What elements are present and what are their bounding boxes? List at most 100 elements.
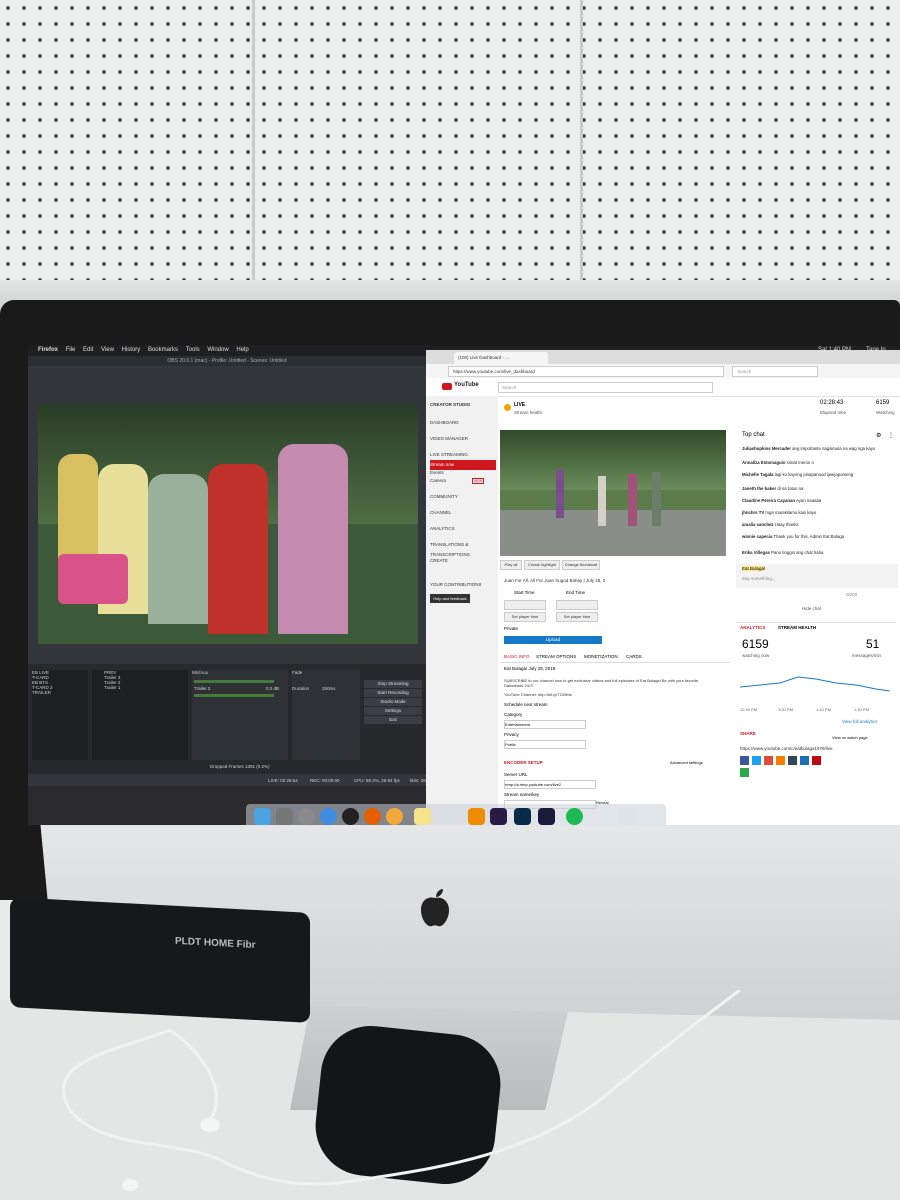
menu-file[interactable]: File bbox=[66, 347, 76, 353]
chat-message: Michelle Tagala lagi ko kayong pinapanoo… bbox=[742, 472, 896, 482]
browser-search-field[interactable]: Search bbox=[732, 366, 818, 377]
live-chat: Top chat ⚙ ⋮ Juliashopkins Mercader ang … bbox=[736, 430, 898, 620]
menubar-app[interactable]: Firefox bbox=[38, 347, 58, 353]
tab-stream-health[interactable]: STREAM HEALTH bbox=[778, 625, 816, 630]
sidebar-item-create[interactable]: CREATE bbox=[430, 556, 496, 566]
mixer-label: Mic/Aux bbox=[192, 670, 209, 675]
set-end-player-time-button[interactable]: Set player time bbox=[556, 612, 598, 622]
photoshop-icon[interactable] bbox=[514, 808, 531, 825]
description-text[interactable]: SUBSCRIBE to our channel now to get excl… bbox=[504, 678, 704, 688]
menu-view[interactable]: View bbox=[101, 347, 114, 353]
schedule-checkbox[interactable]: Schedule next stream bbox=[504, 702, 548, 707]
launchpad-icon[interactable] bbox=[276, 808, 293, 825]
address-field[interactable]: https://www.youtube.com/live_dashboard bbox=[448, 366, 724, 377]
stream-title[interactable]: Juan For All, All For Juan Sugod Bahay |… bbox=[504, 578, 624, 583]
sidebar-item-live-streaming[interactable]: LIVE STREAMING bbox=[430, 450, 496, 460]
help-feedback-button[interactable]: Help and feedback bbox=[430, 594, 470, 603]
share-link[interactable]: https://www.youtube.com/c/eatbulaga1979/… bbox=[740, 746, 833, 751]
exit-button[interactable]: Exit bbox=[364, 716, 422, 724]
sidebar-item-community[interactable]: COMMUNITY bbox=[430, 492, 496, 502]
sidebar-item-analytics[interactable]: ANALYTICS bbox=[430, 524, 496, 534]
hide-chat-button[interactable]: Hide chat bbox=[802, 606, 821, 611]
system-preferences-icon[interactable] bbox=[298, 808, 315, 825]
obs-icon[interactable] bbox=[342, 808, 359, 825]
start-time-input[interactable] bbox=[504, 600, 546, 610]
stop-streaming-button[interactable]: Stop Streaming bbox=[364, 680, 422, 688]
change-thumbnail-button[interactable]: Change thumbnail bbox=[562, 560, 600, 570]
finder-icon[interactable] bbox=[254, 808, 271, 825]
view-on-watch-page-link[interactable]: View on watch page bbox=[832, 735, 868, 740]
notes-icon[interactable] bbox=[414, 808, 431, 825]
view-full-analytics-link[interactable]: View full analytics bbox=[842, 719, 877, 724]
studio-mode-button[interactable]: Studio Mode bbox=[364, 698, 422, 706]
tab-analytics[interactable]: ANALYTICS bbox=[740, 625, 765, 630]
server-url-field[interactable]: rtmp://a.rtmp.youtube.com/live2 bbox=[504, 780, 596, 789]
menu-edit[interactable]: Edit bbox=[83, 347, 93, 353]
menu-history[interactable]: History bbox=[122, 347, 141, 353]
transition-select[interactable]: Fade bbox=[292, 670, 360, 675]
sidebar-item-contributions[interactable]: YOUR CONTRIBUTIONS bbox=[430, 580, 496, 590]
create-highlight-button[interactable]: Create highlight bbox=[524, 560, 560, 570]
youtube-search-input[interactable]: Search bbox=[498, 382, 713, 393]
advanced-settings-link[interactable]: Advanced settings bbox=[670, 760, 703, 765]
vlc-icon[interactable] bbox=[468, 808, 485, 825]
blogger-icon[interactable] bbox=[776, 756, 785, 765]
gear-icon[interactable]: ⚙ bbox=[876, 432, 881, 439]
sidebar-item-translations[interactable]: TRANSLATIONS & TRANSCRIPTIONS bbox=[430, 540, 496, 557]
stream-health-label[interactable]: Stream health bbox=[514, 410, 542, 415]
twitter-icon[interactable] bbox=[752, 756, 761, 765]
scene-item[interactable]: TRAILER bbox=[32, 690, 88, 695]
tab-stream-options[interactable]: STREAM OPTIONS bbox=[536, 654, 576, 659]
source-item[interactable]: Trailer 1 bbox=[92, 685, 188, 690]
media-encoder-icon[interactable] bbox=[538, 808, 555, 825]
end-time-input[interactable] bbox=[556, 600, 598, 610]
premiere-icon[interactable] bbox=[490, 808, 507, 825]
start-recording-button[interactable]: Start Recording bbox=[364, 689, 422, 697]
description-title[interactable]: Eat Bulaga! July 28, 2018 bbox=[504, 666, 555, 671]
obs-titlebar: OBS 20.0.1 (mac) - Profile: Untitled - S… bbox=[28, 356, 426, 366]
menu-bookmarks[interactable]: Bookmarks bbox=[148, 347, 178, 353]
more-icon[interactable]: ⋮ bbox=[888, 432, 894, 439]
sidebar-item-video-manager[interactable]: VIDEO MANAGER bbox=[430, 434, 496, 444]
menu-tools[interactable]: Tools bbox=[186, 347, 200, 353]
audio-meter bbox=[194, 694, 274, 697]
google-plus-icon[interactable] bbox=[764, 756, 773, 765]
play-all-button[interactable]: Play all bbox=[500, 560, 522, 570]
tab-basic-info[interactable]: BASIC INFO bbox=[504, 654, 530, 659]
menu-window[interactable]: Window bbox=[207, 347, 228, 353]
safari-icon[interactable] bbox=[320, 808, 337, 825]
viewers-sparkline bbox=[740, 676, 891, 692]
youtube-logo-text[interactable]: YouTube bbox=[454, 382, 479, 388]
browser-tab[interactable]: (100) Live Dashboard - ... bbox=[454, 352, 548, 364]
chat-message: winnie capecia Thank you for this, Admin… bbox=[742, 534, 896, 544]
live-dashboard: LIVE Stream health 02:28:43 Elapsed time… bbox=[500, 396, 900, 825]
chat-title[interactable]: Top chat bbox=[742, 432, 765, 438]
settings-button[interactable]: Settings bbox=[364, 707, 422, 715]
pinterest-icon[interactable] bbox=[812, 756, 821, 765]
upload-button[interactable]: Upload bbox=[504, 636, 602, 644]
set-start-player-time-button[interactable]: Set player time bbox=[504, 612, 546, 622]
tab-monetization[interactable]: MONETIZATION bbox=[584, 654, 618, 659]
youtube-logo-icon[interactable] bbox=[442, 383, 452, 390]
vk-icon[interactable] bbox=[740, 768, 749, 777]
chat-input[interactable]: Say something... bbox=[742, 576, 776, 581]
firefox-icon[interactable] bbox=[364, 808, 381, 825]
tumblr-icon[interactable] bbox=[788, 756, 797, 765]
tab-cards[interactable]: CARDS bbox=[626, 654, 642, 659]
chrome-icon[interactable] bbox=[386, 808, 403, 825]
sidebar-item-channel[interactable]: CHANNEL bbox=[430, 508, 496, 518]
highlight-privacy-select[interactable]: Private bbox=[504, 626, 518, 631]
sidebar-item-camera[interactable]: Camera bbox=[430, 476, 496, 486]
privacy-select[interactable]: Public bbox=[504, 740, 586, 749]
facebook-icon[interactable] bbox=[740, 756, 749, 765]
linkedin-icon[interactable] bbox=[800, 756, 809, 765]
spotify-icon[interactable] bbox=[566, 808, 583, 825]
duration-value[interactable]: 250ms bbox=[322, 686, 336, 691]
sidebar-item-dashboard[interactable]: DASHBOARD bbox=[430, 418, 496, 428]
messages-per-min-label: messages/min bbox=[852, 653, 882, 658]
person-figure bbox=[628, 474, 637, 526]
menu-help[interactable]: Help bbox=[236, 347, 248, 353]
category-select[interactable]: Entertainment bbox=[504, 720, 586, 729]
live-video-player[interactable] bbox=[500, 430, 726, 556]
trash-icon[interactable] bbox=[618, 808, 635, 825]
